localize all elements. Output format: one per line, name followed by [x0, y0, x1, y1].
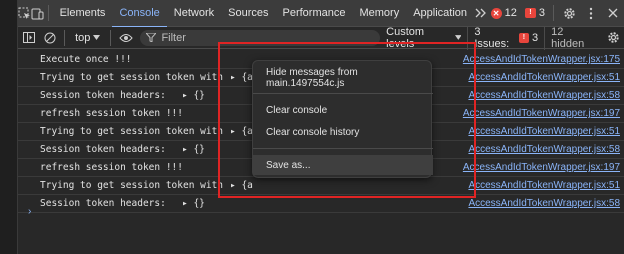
- clear-console-icon[interactable]: [39, 27, 60, 49]
- log-source-link[interactable]: AccessAndIdTokenWrapper.jsx:197: [463, 108, 620, 119]
- console-prompt[interactable]: ›: [28, 206, 31, 217]
- context-menu: Hide messages from main.1497554c.js Clea…: [252, 60, 433, 178]
- dropdown-arrow-icon: [454, 35, 462, 40]
- devtools-panel: Elements Console Network Sources Perform…: [18, 0, 624, 254]
- inspect-element-icon[interactable]: [18, 0, 31, 27]
- log-message[interactable]: refresh session token !!!: [40, 162, 183, 173]
- issues-label: 3 Issues:: [474, 25, 510, 50]
- console-toolbar: top Filter Custom levels 3 Issues: ! 3 1…: [18, 25, 624, 50]
- toolbar-separator: [110, 29, 112, 46]
- live-expression-eye-icon[interactable]: [115, 27, 136, 49]
- log-object-expander[interactable]: ▸ {}: [182, 198, 205, 209]
- log-message[interactable]: Trying to get session token with: [40, 180, 223, 191]
- error-icon: ✕: [490, 7, 502, 19]
- warning-count: 3: [538, 7, 545, 19]
- log-object-expander[interactable]: ▸ {a: [230, 126, 253, 137]
- log-message[interactable]: refresh session token !!!: [40, 108, 183, 119]
- context-selector[interactable]: top: [69, 32, 106, 44]
- log-levels-label: Custom levels: [386, 25, 425, 50]
- tab-network[interactable]: Network: [167, 0, 221, 27]
- log-source-link[interactable]: AccessAndIdTokenWrapper.jsx:197: [463, 162, 620, 173]
- log-message[interactable]: Session token headers:: [40, 90, 166, 101]
- log-levels-dropdown[interactable]: Custom levels: [380, 26, 467, 50]
- tab-elements[interactable]: Elements: [53, 0, 113, 27]
- issues-button[interactable]: 3 Issues: ! 3: [467, 25, 544, 50]
- tab-performance[interactable]: Performance: [276, 0, 353, 27]
- filter-input[interactable]: Filter: [140, 29, 381, 46]
- close-icon[interactable]: [602, 0, 624, 27]
- menu-item-save-as[interactable]: Save as...: [253, 155, 433, 175]
- log-object-expander[interactable]: ▸ {}: [182, 144, 205, 155]
- devtools-tabbar: Elements Console Network Sources Perform…: [18, 0, 624, 28]
- log-source-link[interactable]: AccessAndIdTokenWrapper.jsx:58: [468, 198, 620, 209]
- tabbar-separator: [48, 5, 49, 21]
- hidden-messages-count: 12 hidden: [544, 25, 603, 50]
- log-object-expander[interactable]: ▸ {a: [230, 180, 253, 191]
- tabbar-separator: [553, 5, 554, 21]
- log-source-link[interactable]: AccessAndIdTokenWrapper.jsx:58: [468, 144, 620, 155]
- log-source-link[interactable]: AccessAndIdTokenWrapper.jsx:51: [468, 72, 620, 83]
- warning-icon: !: [524, 8, 536, 18]
- error-count: 12: [504, 7, 517, 19]
- issues-count: 3: [532, 31, 539, 44]
- log-source-link[interactable]: AccessAndIdTokenWrapper.jsx:175: [463, 54, 620, 65]
- tab-memory[interactable]: Memory: [352, 0, 406, 27]
- menu-separator: [253, 93, 433, 94]
- menu-item-clear-console[interactable]: Clear console: [253, 100, 433, 120]
- error-counter[interactable]: ✕ 12: [487, 7, 521, 19]
- log-message[interactable]: Session token headers:: [40, 198, 166, 209]
- log-row: Trying to get session token with ▸ {a Ac…: [18, 177, 624, 195]
- filter-placeholder: Filter: [161, 31, 186, 44]
- warning-counter[interactable]: ! 3: [521, 7, 549, 19]
- log-source-link[interactable]: AccessAndIdTokenWrapper.jsx:58: [468, 90, 620, 101]
- kebab-menu-icon[interactable]: [580, 0, 602, 27]
- left-panel-edge: [0, 0, 18, 254]
- more-tabs-icon[interactable]: [474, 0, 487, 27]
- settings-gear-icon[interactable]: [558, 0, 580, 27]
- toolbar-separator: [64, 29, 66, 46]
- device-toolbar-icon[interactable]: [31, 0, 44, 27]
- log-message[interactable]: Trying to get session token with: [40, 72, 223, 83]
- issues-warning-icon: !: [518, 32, 530, 43]
- log-object-expander[interactable]: ▸ {}: [182, 90, 205, 101]
- dropdown-arrow-icon: [93, 35, 101, 40]
- menu-item-hide-messages[interactable]: Hide messages from main.1497554c.js: [253, 67, 433, 89]
- log-message[interactable]: Trying to get session token with: [40, 126, 223, 137]
- sidebar-toggle-icon[interactable]: [18, 27, 39, 49]
- menu-item-clear-console-history[interactable]: Clear console history: [253, 122, 433, 142]
- console-settings-gear-icon[interactable]: [603, 27, 624, 49]
- tab-application[interactable]: Application: [406, 0, 474, 27]
- log-message[interactable]: Session token headers:: [40, 144, 166, 155]
- log-message[interactable]: Execute once !!!: [40, 54, 132, 65]
- tab-console[interactable]: Console: [112, 0, 168, 28]
- filter-funnel-icon: [146, 33, 157, 42]
- log-source-link[interactable]: AccessAndIdTokenWrapper.jsx:51: [468, 180, 620, 191]
- log-object-expander[interactable]: ▸ {a: [230, 72, 253, 83]
- log-source-link[interactable]: AccessAndIdTokenWrapper.jsx:51: [468, 126, 620, 137]
- context-value: top: [75, 31, 91, 44]
- log-row: Session token headers: ▸ {} AccessAndIdT…: [18, 195, 624, 213]
- menu-separator: [253, 148, 433, 149]
- tab-sources[interactable]: Sources: [221, 0, 275, 27]
